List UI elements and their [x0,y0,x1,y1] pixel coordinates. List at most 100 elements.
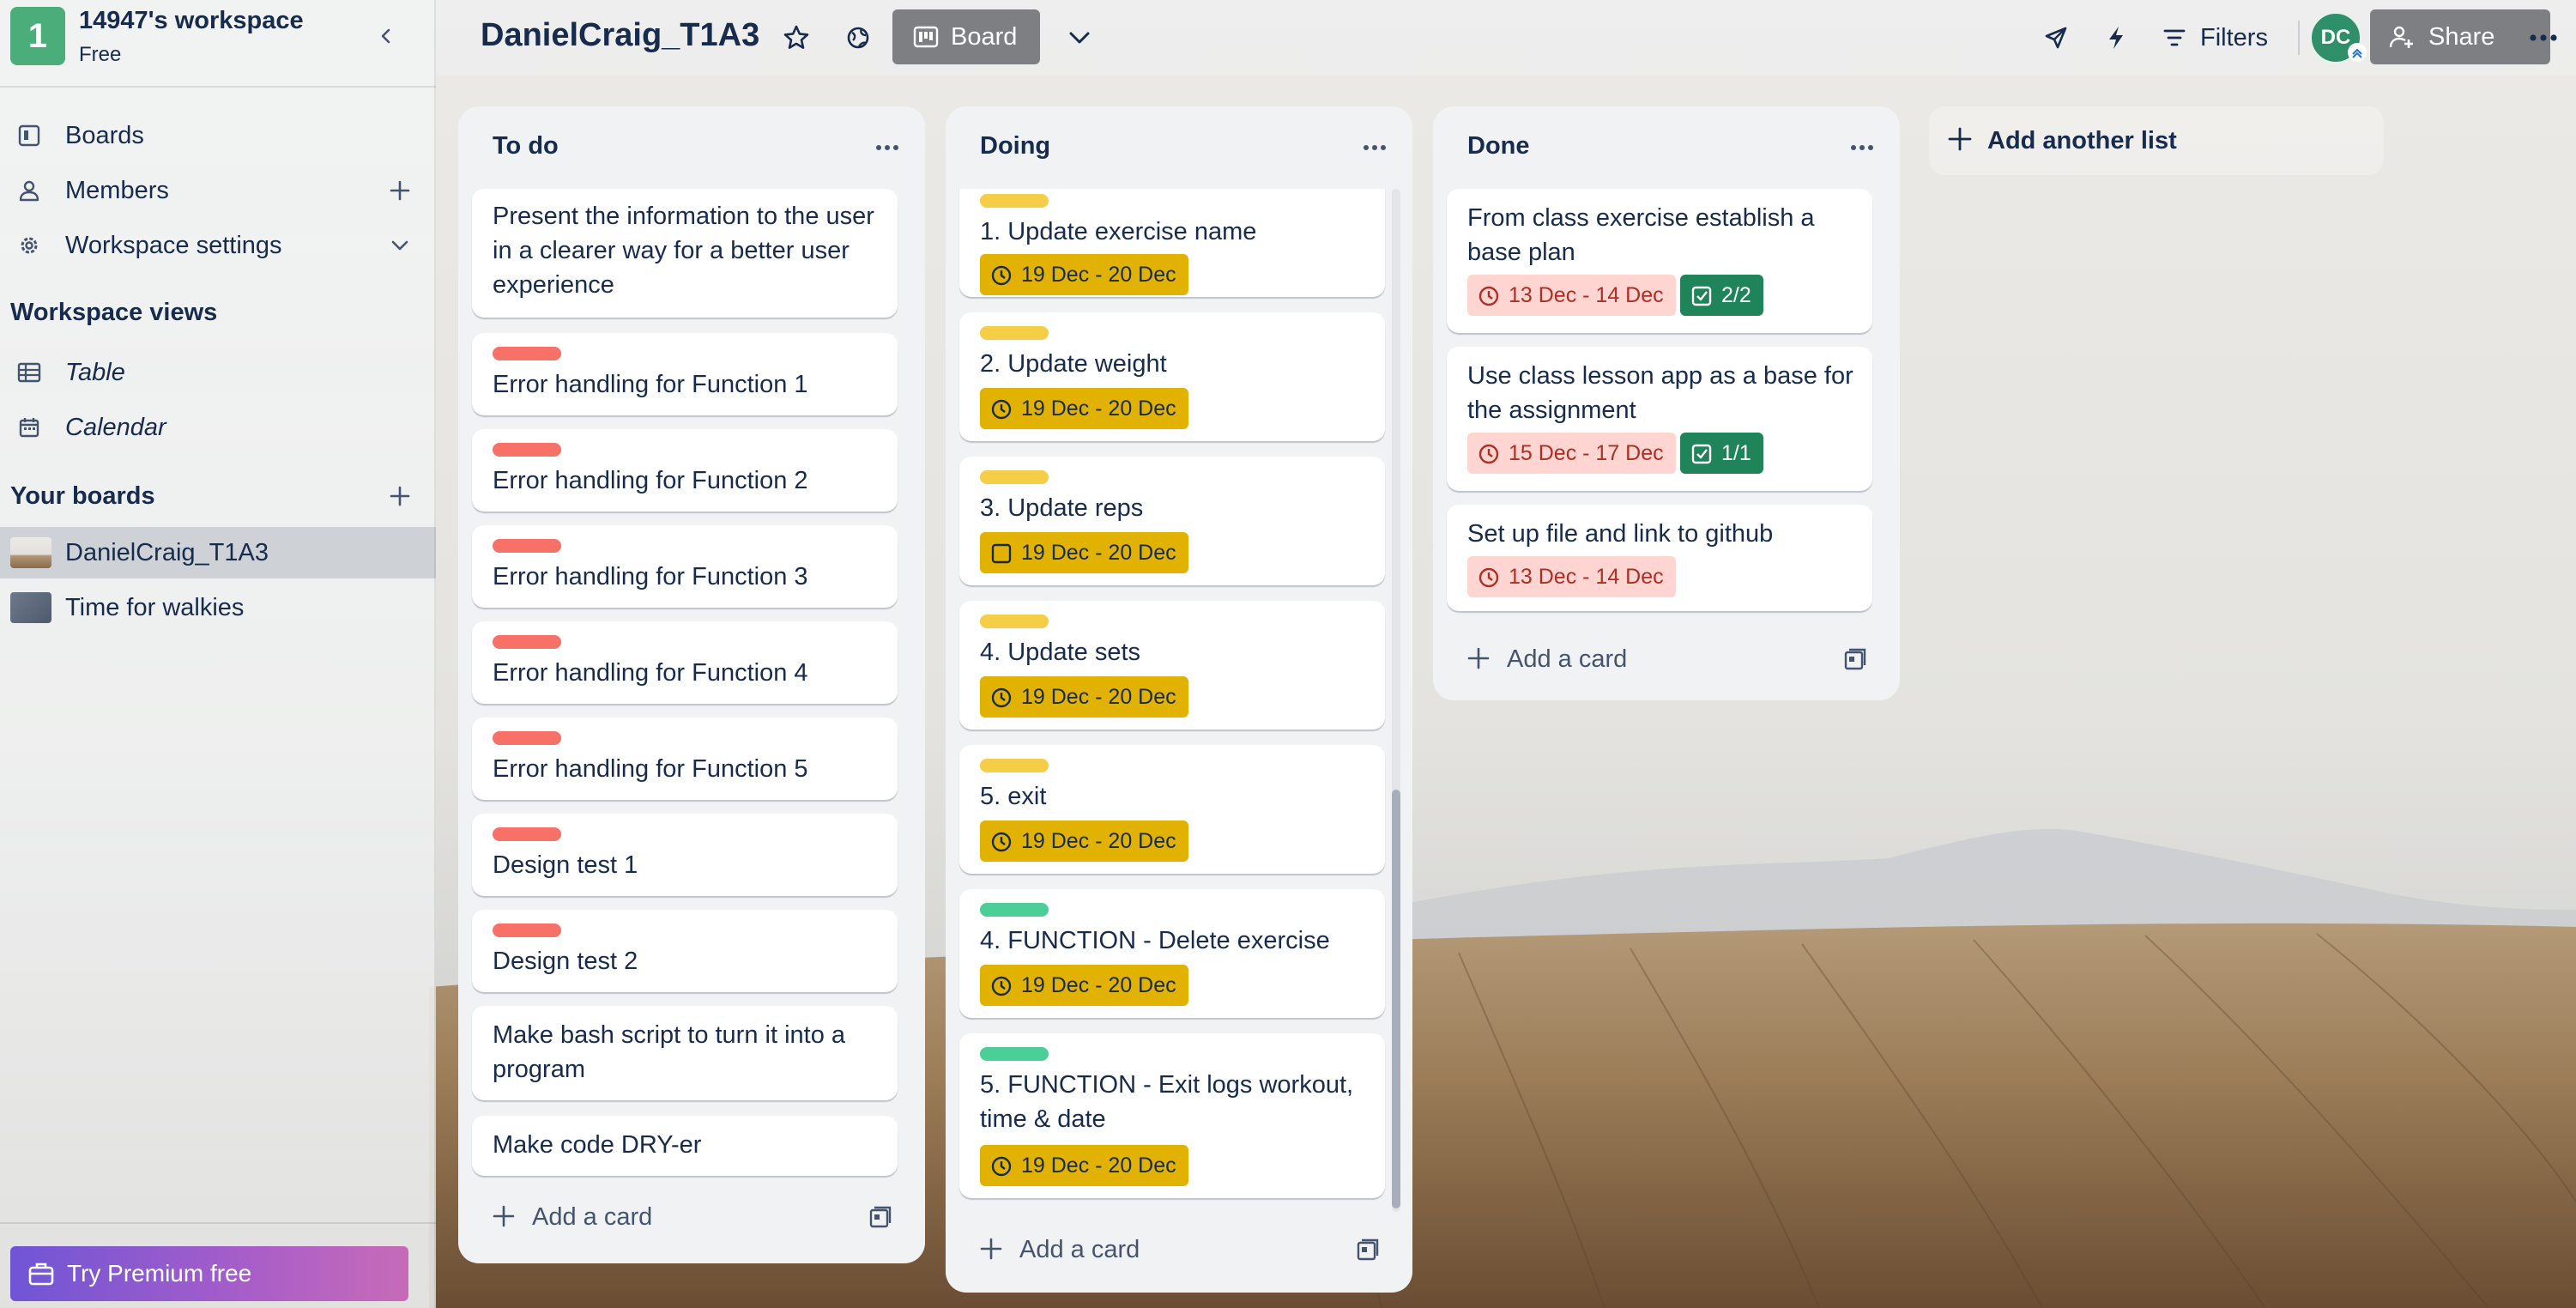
card-title: Present the information to the user in a… [493,203,874,299]
create-from-template-button[interactable] [862,1198,899,1236]
card[interactable]: 1. Update exercise name 19 Dec - 20 Dec [959,189,1385,297]
list-menu-button[interactable] [1356,129,1394,167]
card[interactable]: Present the information to the user in a… [472,189,898,318]
sidebar-item-table[interactable]: Table [0,347,436,398]
card[interactable]: Error handling for Function 1 [472,333,898,415]
board-title[interactable]: DanielCraig_T1A3 [481,17,759,54]
card[interactable]: Design test 2 [472,910,898,992]
list-title[interactable]: Doing [980,132,1050,160]
card[interactable]: From class exercise establish a base pla… [1447,189,1872,333]
board-menu-button[interactable] [2521,19,2566,57]
template-icon [1357,1238,1379,1261]
add-another-list-button[interactable]: Add another list [1929,106,2384,175]
globe-icon [847,27,869,49]
add-card-button[interactable]: Add a card [472,1190,832,1244]
due-date-badge[interactable]: 19 Dec - 20 Dec [980,388,1188,429]
sidebar-item-calendar[interactable]: Calendar [0,402,436,453]
power-ups-button[interactable] [2037,19,2075,57]
add-member-button[interactable] [383,173,417,208]
card[interactable]: Error handling for Function 3 [472,525,898,608]
card[interactable]: Use class lesson app as a base for the a… [1447,347,1872,491]
workspace-name[interactable]: 14947's workspace [79,7,304,35]
due-date-badge[interactable]: 19 Dec - 20 Dec [980,254,1188,295]
card-title: From class exercise establish a base pla… [1467,204,1815,266]
card[interactable]: Make bash script to turn it into a progr… [472,1006,898,1100]
due-date-badge[interactable]: 13 Dec - 14 Dec [1467,556,1676,597]
card-label-yellow [980,326,1049,340]
list-scrollbar-thumb[interactable] [1392,790,1400,1208]
sidebar-item-boards[interactable]: Boards [0,110,436,161]
list-cards-scroll-area[interactable]: 1. Update exercise name 19 Dec - 20 Dec … [946,189,1412,1212]
due-date-badge[interactable]: 15 Dec - 17 Dec [1467,433,1676,474]
card-label-yellow [980,470,1049,484]
lightning-icon [2109,27,2123,49]
automation-button[interactable] [2097,19,2135,57]
plus-icon [1948,127,1972,151]
sidebar-board-time-for-walkies[interactable]: Time for walkies [0,582,436,633]
create-board-button[interactable] [374,470,426,522]
due-date-badge[interactable]: 19 Dec - 20 Dec [980,1145,1188,1186]
sidebar-board-danielcraig-t1a3[interactable]: DanielCraig_T1A3 [0,527,436,578]
add-another-list-label: Add another list [1987,126,2177,154]
add-card-label: Add a card [532,1202,653,1231]
due-date-text: 19 Dec - 20 Dec [1021,262,1176,287]
sidebar-item-members[interactable]: Members [0,165,436,216]
checkbox-icon [991,543,1012,564]
card-title: Error handling for Function 5 [493,755,808,783]
card[interactable]: 2. Update weight 19 Dec - 20 Dec [959,312,1385,441]
list-title[interactable]: To do [493,132,559,160]
card[interactable]: 3. Update reps 19 Dec - 20 Dec [959,457,1385,585]
plus-icon [390,180,410,201]
collapse-sidebar-button[interactable] [367,17,405,55]
list-menu-button[interactable] [1843,129,1881,167]
clock-icon [991,687,1012,708]
card-label-red [493,635,561,649]
sidebar-item-label: Members [65,176,169,204]
switch-views-button[interactable] [1055,19,1104,57]
visibility-button[interactable] [839,19,877,57]
star-board-button[interactable] [777,19,815,57]
card[interactable]: Design test 1 [472,814,898,896]
card[interactable]: Make code DRY-er [472,1116,898,1176]
card[interactable]: Error handling for Function 5 [472,718,898,800]
card[interactable]: 5. exit 19 Dec - 20 Dec [959,745,1385,874]
card[interactable]: 5. FUNCTION - Exit logs workout, time & … [959,1033,1385,1198]
due-date-text: 19 Dec - 20 Dec [1021,540,1176,565]
due-date-badge[interactable]: 19 Dec - 20 Dec [980,532,1188,573]
plus-icon [386,482,414,510]
board-view-button[interactable]: Board [892,9,1040,64]
due-date-badge[interactable]: 13 Dec - 14 Dec [1467,275,1676,316]
list-menu-button[interactable] [868,129,906,167]
create-from-template-button[interactable] [1349,1231,1387,1269]
chevron-down-icon [1069,32,1090,44]
card[interactable]: 4. Update sets 19 Dec - 20 Dec [959,601,1385,730]
sidebar-item-workspace-settings[interactable]: Workspace settings [0,220,436,271]
workspace-header: 1 14947's workspace Free [0,0,436,88]
expand-settings-button[interactable] [383,228,417,263]
add-card-button[interactable]: Add a card [1447,632,1807,687]
header-divider [2298,21,2300,55]
due-date-badge[interactable]: 19 Dec - 20 Dec [980,676,1188,718]
filters-button[interactable]: Filters [2162,12,2268,64]
clock-icon [991,832,1012,852]
sidebar-item-label: Calendar [65,413,166,441]
card[interactable]: Error handling for Function 4 [472,621,898,704]
board-view-label: Board [951,22,1018,51]
due-date-badge[interactable]: 19 Dec - 20 Dec [980,821,1188,862]
create-from-template-button[interactable] [1836,640,1874,678]
card[interactable]: 4. FUNCTION - Delete exercise 19 Dec - 2… [959,889,1385,1018]
due-date-badge[interactable]: 19 Dec - 20 Dec [980,965,1188,1006]
due-date-text: 13 Dec - 14 Dec [1509,282,1664,307]
card-title: Error handling for Function 1 [493,371,808,398]
try-premium-button[interactable]: Try Premium free [10,1246,408,1301]
filter-icon [2163,29,2186,46]
workspace-logo[interactable]: 1 [10,7,65,65]
sidebar-board-label: Time for walkies [65,593,245,621]
add-card-button[interactable]: Add a card [959,1222,1320,1277]
list-title[interactable]: Done [1467,132,1530,160]
add-person-icon [2389,26,2413,48]
card-label-green [980,903,1049,917]
card[interactable]: Error handling for Function 2 [472,429,898,512]
sidebar-item-label: Workspace settings [65,231,282,259]
card[interactable]: Set up file and link to github 13 Dec - … [1447,505,1872,611]
